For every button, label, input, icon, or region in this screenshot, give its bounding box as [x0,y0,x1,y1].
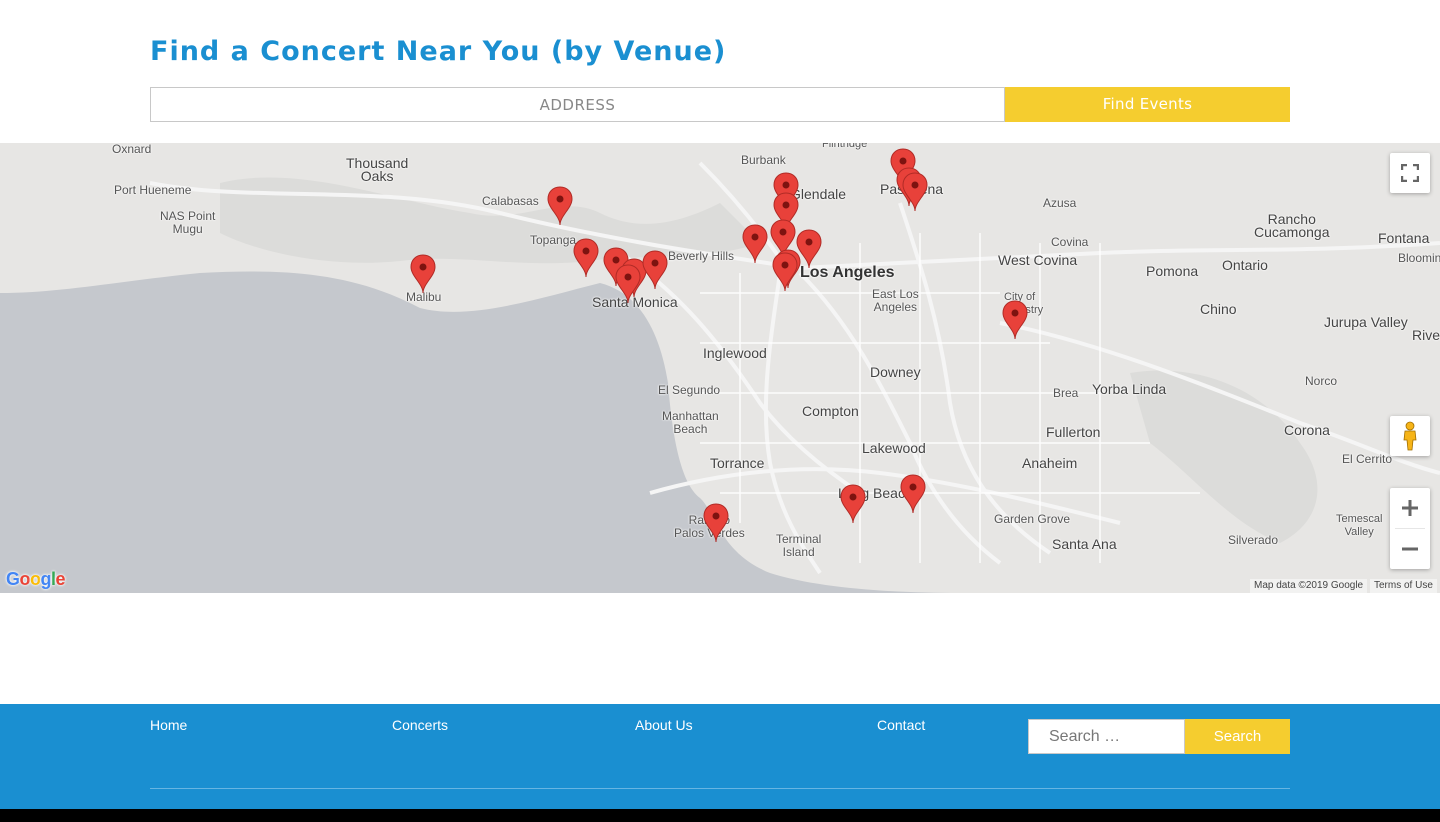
venue-marker[interactable] [547,186,573,226]
map-label-port-hueneme: Port Hueneme [114,183,192,197]
map-label-manhattan-beach: Manhattan Beach [662,409,719,436]
map-label-norco: Norco [1305,374,1338,388]
venue-marker[interactable] [900,474,926,514]
map-label-yorba-linda: Yorba Linda [1092,381,1167,397]
venue-marker[interactable] [410,254,436,294]
map-label-azusa: Azusa [1043,196,1077,210]
map-label-lakewood: Lakewood [862,440,926,456]
map-label-terminal-island: Terminal Island [776,532,822,559]
map-label-anaheim: Anaheim [1022,455,1078,471]
plus-icon [1402,500,1418,516]
google-logo-text: Google [6,569,66,589]
map-label-calabasas: Calabasas [482,194,539,208]
fullscreen-button[interactable] [1390,153,1430,193]
pegman-icon [1403,421,1417,451]
map-label-brea: Brea [1053,386,1079,400]
site-footer: Home Concerts About Us Contact Search [0,704,1440,809]
map-label-chino: Chino [1200,301,1237,317]
venue-search-form: Find Events [150,87,1290,122]
venue-marker[interactable] [703,503,729,543]
venue-marker[interactable] [573,238,599,278]
footer-search-button[interactable]: Search [1185,719,1290,754]
zoom-out-button[interactable] [1390,529,1430,569]
map-label-torrance: Torrance [710,455,765,471]
venue-marker[interactable] [840,484,866,524]
venue-marker[interactable] [742,224,768,264]
map-label-bloomington: Bloomin [1398,251,1440,265]
map[interactable]: Oxnard Thousand Oaks Port Hueneme NAS Po… [0,143,1440,593]
page: Find a Concert Near You (by Venue) Find … [0,0,1440,822]
google-logo[interactable]: Google [6,569,66,590]
zoom-control [1390,488,1430,569]
map-label-topanga: Topanga [530,233,577,247]
footer-nav-concerts[interactable]: Concerts [392,717,448,733]
address-input[interactable] [150,87,1005,122]
footer-nav-about-us[interactable]: About Us [635,717,693,733]
street-view-pegman[interactable] [1390,416,1430,456]
map-label-jurupa-valley: Jurupa Valley [1324,314,1408,330]
map-label-thousand-oaks: Thousand Oaks [346,155,409,184]
map-label-garden-grove: Garden Grove [994,512,1071,526]
map-label-rancho-cucamonga: Rancho Cucamonga [1254,211,1330,240]
minus-icon [1402,547,1418,551]
map-label-ontario: Ontario [1222,257,1268,273]
map-label-temescal-valley: Temescal Valley [1336,513,1383,538]
map-label-el-segundo: El Segundo [658,383,721,397]
map-label-compton: Compton [802,403,859,419]
map-label-inglewood: Inglewood [703,345,767,361]
map-label-pomona: Pomona [1146,263,1199,279]
map-label-flintridge: Flintridge [822,143,868,150]
venue-marker[interactable] [902,172,928,212]
map-label-west-covina: West Covina [998,252,1078,268]
map-label-oxnard: Oxnard [112,143,152,156]
fullscreen-icon [1401,164,1419,182]
footer-search-input[interactable] [1028,719,1185,754]
map-label-silverado: Silverado [1228,533,1279,547]
footer-nav-home[interactable]: Home [150,717,187,733]
map-data-attribution: Map data ©2019 Google [1250,579,1368,593]
venue-marker[interactable] [615,264,641,304]
terms-of-use-link[interactable]: Terms of Use [1370,579,1437,593]
venue-marker[interactable] [772,252,798,292]
map-label-el-cerrito: El Cerrito [1342,452,1393,466]
map-label-downey: Downey [870,364,921,380]
map-label-burbank: Burbank [741,153,786,167]
venue-marker[interactable] [1002,300,1028,340]
venue-marker[interactable] [642,250,668,290]
map-label-beverly-hills: Beverly Hills [668,249,735,263]
map-label-santa-ana: Santa Ana [1052,536,1117,552]
page-title: Find a Concert Near You (by Venue) [150,36,727,67]
map-label-east-los-angeles: East Los Angeles [872,287,919,314]
map-label-riverside: Rive [1412,327,1440,343]
map-label-fontana: Fontana [1378,230,1430,246]
map-label-corona: Corona [1284,422,1330,438]
footer-divider [150,788,1290,789]
map-label-nas-point-mugu: NAS Point Mugu [160,209,216,236]
map-label-fullerton: Fullerton [1046,424,1101,440]
bottom-bar [0,809,1440,822]
find-events-button[interactable]: Find Events [1005,87,1290,122]
map-label-covina: Covina [1051,235,1089,249]
footer-nav-contact[interactable]: Contact [877,717,925,733]
zoom-in-button[interactable] [1390,488,1430,528]
